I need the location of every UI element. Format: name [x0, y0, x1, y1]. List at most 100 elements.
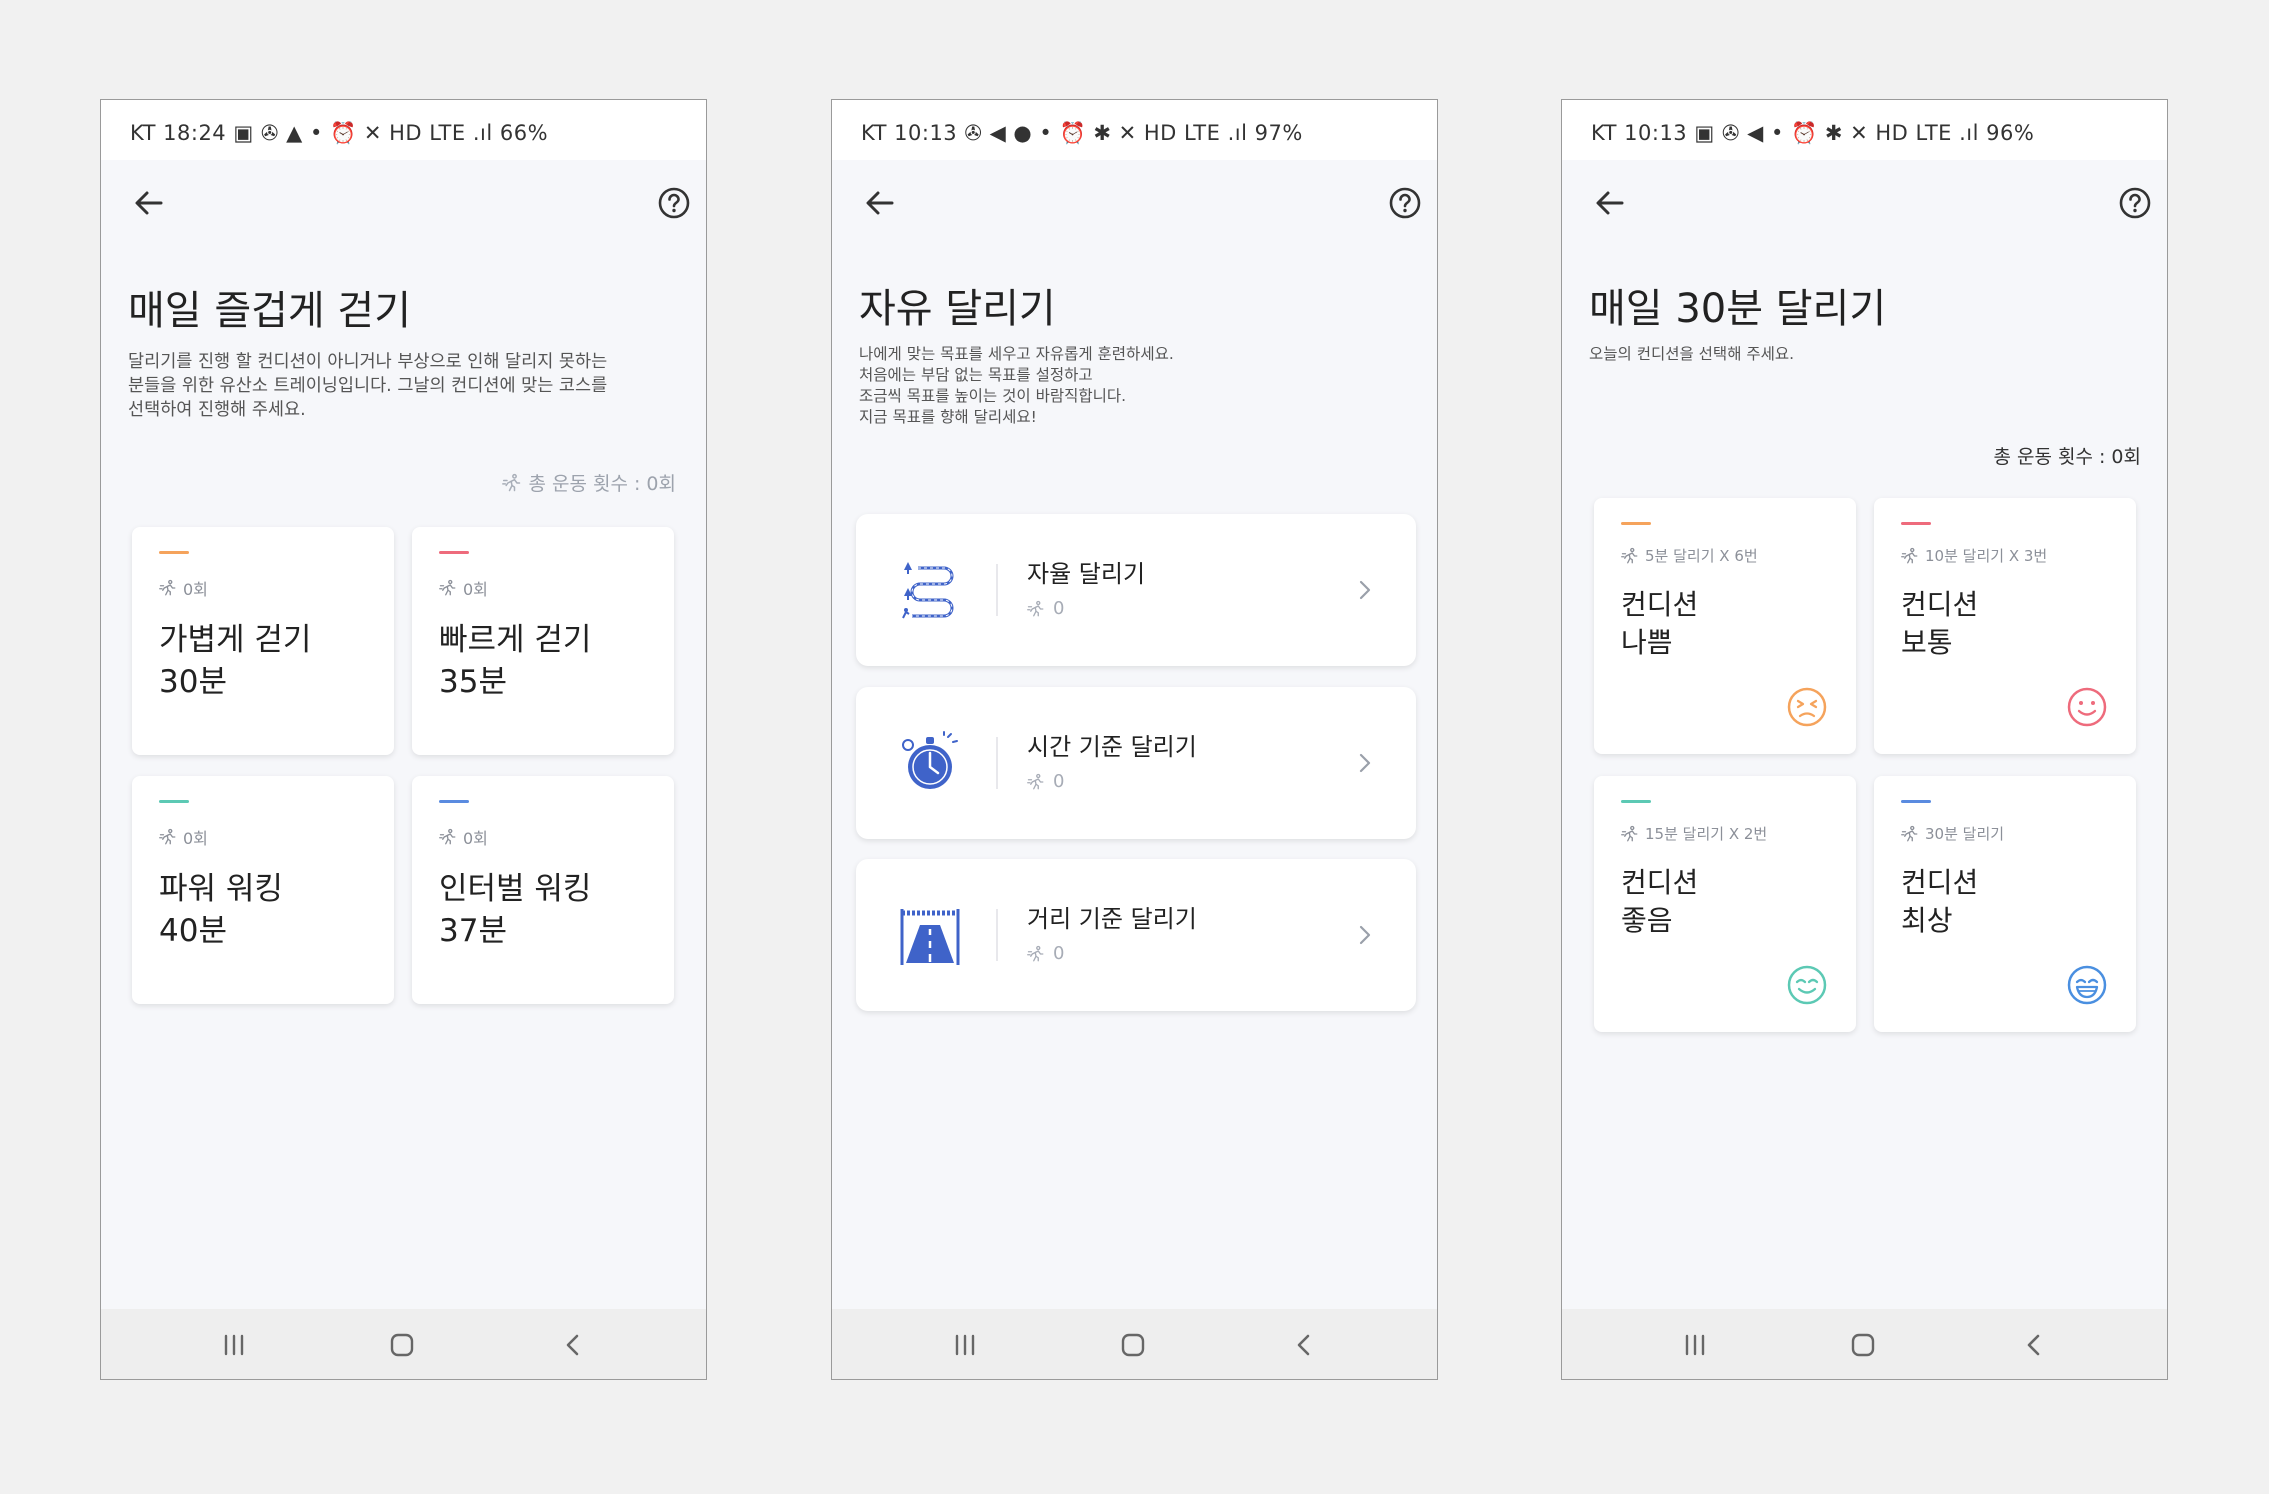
course-detail-text: 30분 달리기 [1925, 825, 2005, 843]
face-laughing-icon [2067, 965, 2107, 1005]
course-detail-text: 15분 달리기 X 2번 [1645, 825, 1768, 843]
accent-line-orange [1621, 522, 1651, 525]
condition-name: 컨디션 나쁨 [1621, 588, 1699, 659]
run-option-count-text: 0 [1053, 771, 1065, 792]
status-bar-text: KT 18:24 ▣ ✇ ▲ • ⏰ ✕ HD LTE .ıl 66% [130, 121, 549, 145]
condition-name: 컨디션 좋음 [1621, 866, 1699, 937]
accent-line-teal [1621, 800, 1651, 803]
page-description: 달리기를 진행 할 컨디션이 아니거나 부상으로 인해 달리지 못하는 분들을 … [128, 352, 608, 420]
runner-icon [1027, 945, 1045, 963]
runner-icon [1027, 600, 1045, 618]
runner-icon [1621, 825, 1639, 843]
course-count-text: 0회 [183, 580, 208, 599]
arrow-left-icon[interactable] [129, 183, 169, 223]
accent-line-blue [439, 800, 469, 803]
course-detail-text: 5분 달리기 X 6번 [1645, 547, 1758, 565]
divider [996, 564, 998, 616]
run-option-count-text: 0 [1053, 598, 1065, 619]
page-description: 오늘의 컨디션을 선택해 주세요. [1589, 345, 1795, 363]
run-option-count-text: 0 [1053, 943, 1065, 964]
face-tired-icon [1787, 687, 1827, 727]
course-detail: 5분 달리기 X 6번 [1621, 545, 1758, 566]
runner-icon [439, 579, 457, 597]
system-nav-bar [832, 1309, 1437, 1379]
course-card-power-walking[interactable]: 0회 파워 워킹 40분 [132, 776, 394, 1004]
run-option-count: 0 [1027, 598, 1064, 619]
total-workout-count: 총 운동 횟수 : 0회 [502, 469, 676, 496]
course-detail-text: 10분 달리기 X 3번 [1925, 547, 2048, 565]
phone-screen-daily-30min-running: KT 10:13 ▣ ✇ ◀ • ⏰ ✱ ✕ HD LTE .ıl 96% 매일… [1561, 99, 2168, 1380]
course-count: 0회 [159, 576, 208, 600]
phone-screen-free-running: KT 10:13 ✇ ◀ ● • ⏰ ✱ ✕ HD LTE .ıl 97% 자유… [831, 99, 1438, 1380]
condition-card-bad[interactable]: 5분 달리기 X 6번 컨디션 나쁨 [1594, 498, 1856, 754]
accent-line-red [1901, 522, 1931, 525]
condition-card-best[interactable]: 30분 달리기 컨디션 최상 [1874, 776, 2136, 1032]
total-workout-count: 총 운동 횟수 : 0회 [1993, 446, 2141, 468]
help-circle-icon[interactable] [657, 186, 691, 220]
help-circle-icon[interactable] [1388, 186, 1422, 220]
runner-icon [1621, 547, 1639, 565]
system-nav-bar [1562, 1309, 2167, 1379]
recents-icon[interactable] [1683, 1334, 1707, 1356]
course-count-text: 0회 [463, 580, 488, 599]
runner-icon [1901, 825, 1919, 843]
course-card-fast-walk[interactable]: 0회 빠르게 걷기 35분 [412, 527, 674, 755]
help-circle-icon[interactable] [2118, 186, 2152, 220]
nav-back-icon[interactable] [565, 1333, 581, 1357]
accent-line-orange [159, 551, 189, 554]
run-option-count: 0 [1027, 943, 1064, 964]
run-option-count: 0 [1027, 771, 1064, 792]
runner-icon [159, 828, 177, 846]
run-option-name: 시간 기준 달리기 [1027, 733, 1197, 761]
course-name: 파워 워킹 40분 [159, 871, 283, 949]
status-bar-text: KT 10:13 ▣ ✇ ◀ • ⏰ ✱ ✕ HD LTE .ıl 96% [1591, 121, 2035, 145]
nav-back-icon[interactable] [2026, 1333, 2042, 1357]
condition-card-normal[interactable]: 10분 달리기 X 3번 컨디션 보통 [1874, 498, 2136, 754]
home-icon[interactable] [390, 1333, 414, 1357]
accent-line-blue [1901, 800, 1931, 803]
status-bar: KT 10:13 ✇ ◀ ● • ⏰ ✱ ✕ HD LTE .ıl 97% [832, 100, 1437, 160]
run-option-name: 거리 기준 달리기 [1027, 905, 1197, 933]
course-count: 0회 [439, 576, 488, 600]
page-description: 나에게 맞는 목표를 세우고 자유롭게 훈련하세요. 처음에는 부담 없는 목표… [859, 345, 1174, 426]
run-option-distance-based[interactable]: 거리 기준 달리기 0 [856, 859, 1416, 1011]
accent-line-teal [159, 800, 189, 803]
runner-icon [159, 579, 177, 597]
page-title: 매일 즐겁게 걷기 [128, 288, 412, 334]
page-title: 매일 30분 달리기 [1589, 286, 1887, 332]
condition-card-good[interactable]: 15분 달리기 X 2번 컨디션 좋음 [1594, 776, 1856, 1032]
track-illustration-icon [902, 562, 954, 619]
face-happy-icon [1787, 965, 1827, 1005]
arrow-left-icon[interactable] [1590, 183, 1630, 223]
accent-line-red [439, 551, 469, 554]
recents-icon[interactable] [222, 1334, 246, 1356]
home-icon[interactable] [1121, 1333, 1145, 1357]
course-card-interval-walking[interactable]: 0회 인터벌 워킹 37분 [412, 776, 674, 1004]
phone-screen-daily-walking: KT 18:24 ▣ ✇ ▲ • ⏰ ✕ HD LTE .ıl 66% 매일 즐… [100, 99, 707, 1380]
face-smile-icon [2067, 687, 2107, 727]
home-icon[interactable] [1851, 1333, 1875, 1357]
run-option-time-based[interactable]: 시간 기준 달리기 0 [856, 687, 1416, 839]
course-card-light-walk[interactable]: 0회 가볍게 걷기 30분 [132, 527, 394, 755]
runner-icon [1027, 773, 1045, 791]
runner-icon [1901, 547, 1919, 565]
course-name: 가볍게 걷기 30분 [159, 622, 312, 700]
finish-line-illustration-icon [900, 909, 960, 965]
status-bar: KT 18:24 ▣ ✇ ▲ • ⏰ ✕ HD LTE .ıl 66% [101, 100, 706, 160]
course-count: 0회 [159, 825, 208, 849]
course-count: 0회 [439, 825, 488, 849]
course-count-text: 0회 [183, 829, 208, 848]
chevron-right-icon [1359, 925, 1371, 945]
runner-icon [502, 473, 522, 493]
course-name: 인터벌 워킹 37분 [439, 871, 592, 949]
nav-back-icon[interactable] [1296, 1333, 1312, 1357]
chevron-right-icon [1359, 753, 1371, 773]
arrow-left-icon[interactable] [860, 183, 900, 223]
recents-icon[interactable] [953, 1334, 977, 1356]
chevron-right-icon [1359, 580, 1371, 600]
course-name: 빠르게 걷기 35분 [439, 622, 592, 700]
run-option-autonomous[interactable]: 자율 달리기 0 [856, 514, 1416, 666]
run-option-name: 자율 달리기 [1027, 560, 1146, 588]
divider [996, 737, 998, 789]
condition-name: 컨디션 보통 [1901, 588, 1979, 659]
